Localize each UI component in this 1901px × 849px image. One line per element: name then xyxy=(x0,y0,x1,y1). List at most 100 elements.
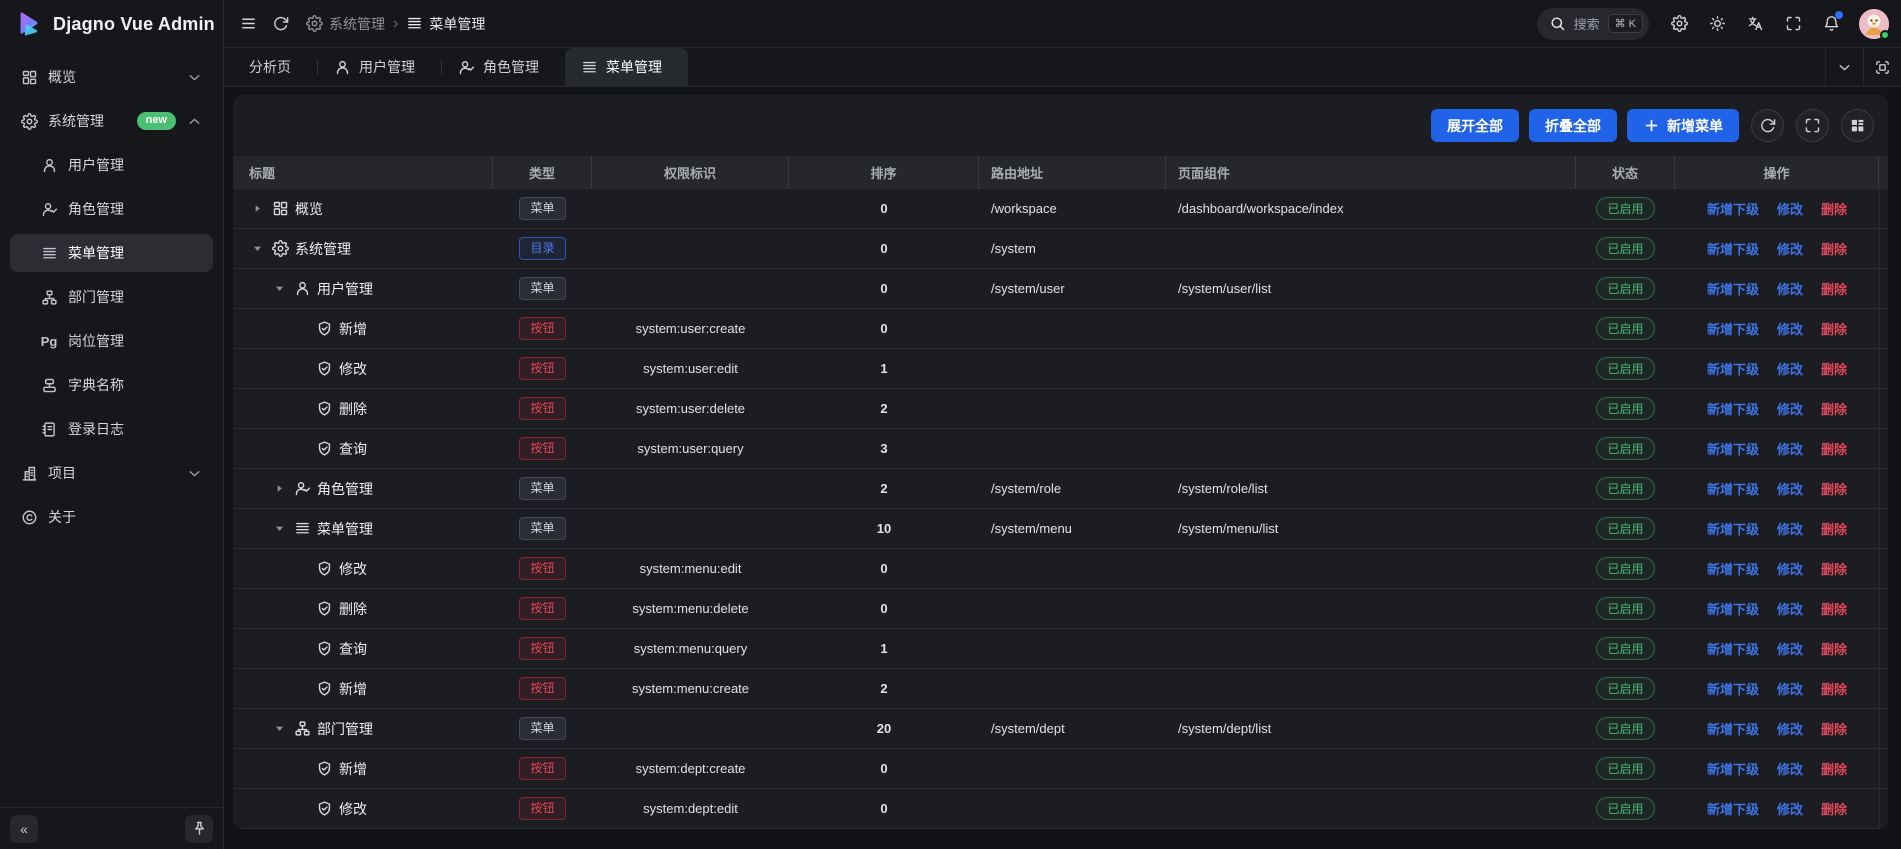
edit-link[interactable]: 修改 xyxy=(1777,479,1803,498)
cell-permission xyxy=(592,189,789,228)
edit-link[interactable]: 修改 xyxy=(1777,239,1803,258)
menu-toggle-button[interactable] xyxy=(232,8,264,40)
pin-sidebar-button[interactable] xyxy=(185,815,213,843)
language-button[interactable] xyxy=(1739,8,1771,40)
tree-toggle-icon[interactable] xyxy=(271,723,287,734)
add-child-link[interactable]: 新增下级 xyxy=(1707,759,1759,778)
sidebar-item-角色管理[interactable]: 角色管理 xyxy=(10,190,213,228)
table-card: 展开全部 折叠全部 新增菜单 标题类型权限标识排序路由地址页面组件状态操作 概览 xyxy=(233,95,1888,829)
add-child-link[interactable]: 新增下级 xyxy=(1707,679,1759,698)
tree-toggle-icon[interactable] xyxy=(249,243,265,254)
delete-link[interactable]: 删除 xyxy=(1821,799,1847,818)
sidebar-item-系统管理[interactable]: 系统管理 new xyxy=(10,102,213,140)
breadcrumb-item-current[interactable]: 菜单管理 xyxy=(406,14,485,34)
tree-toggle-icon[interactable] xyxy=(271,483,287,494)
tab-角色管理[interactable]: 角色管理 xyxy=(442,48,565,86)
edit-link[interactable]: 修改 xyxy=(1777,559,1803,578)
delete-link[interactable]: 删除 xyxy=(1821,319,1847,338)
edit-link[interactable]: 修改 xyxy=(1777,719,1803,738)
tree-toggle-icon[interactable] xyxy=(271,283,287,294)
add-child-link[interactable]: 新增下级 xyxy=(1707,279,1759,298)
edit-link[interactable]: 修改 xyxy=(1777,439,1803,458)
sidebar-item-关于[interactable]: 关于 xyxy=(10,498,213,536)
edit-link[interactable]: 修改 xyxy=(1777,639,1803,658)
delete-link[interactable]: 删除 xyxy=(1821,519,1847,538)
add-child-link[interactable]: 新增下级 xyxy=(1707,719,1759,738)
delete-link[interactable]: 删除 xyxy=(1821,399,1847,418)
table-fullscreen-button[interactable] xyxy=(1796,109,1829,142)
edit-link[interactable]: 修改 xyxy=(1777,599,1803,618)
content-fullscreen-button[interactable] xyxy=(1863,48,1901,86)
tabs-dropdown-button[interactable] xyxy=(1825,48,1863,86)
cell-type: 按钮 xyxy=(493,589,592,628)
delete-link[interactable]: 删除 xyxy=(1821,559,1847,578)
delete-link[interactable]: 删除 xyxy=(1821,359,1847,378)
cell-route: /system/menu xyxy=(979,509,1166,548)
fullscreen-button[interactable] xyxy=(1777,8,1809,40)
status-badge: 已启用 xyxy=(1596,517,1654,540)
add-child-link[interactable]: 新增下级 xyxy=(1707,799,1759,818)
add-child-link[interactable]: 新增下级 xyxy=(1707,359,1759,378)
refresh-table-button[interactable] xyxy=(1751,109,1784,142)
user-avatar[interactable] xyxy=(1859,9,1889,39)
edit-link[interactable]: 修改 xyxy=(1777,319,1803,338)
edit-link[interactable]: 修改 xyxy=(1777,519,1803,538)
add-child-link[interactable]: 新增下级 xyxy=(1707,639,1759,658)
delete-link[interactable]: 删除 xyxy=(1821,719,1847,738)
edit-link[interactable]: 修改 xyxy=(1777,279,1803,298)
expand-all-button[interactable]: 展开全部 xyxy=(1431,109,1519,142)
sidebar-item-用户管理[interactable]: 用户管理 xyxy=(10,146,213,184)
delete-link[interactable]: 删除 xyxy=(1821,439,1847,458)
search-input[interactable]: 搜索 ⌘ K xyxy=(1537,8,1649,40)
edit-link[interactable]: 修改 xyxy=(1777,399,1803,418)
sidebar-item-字典名称[interactable]: 字典名称 xyxy=(10,366,213,404)
add-child-link[interactable]: 新增下级 xyxy=(1707,599,1759,618)
tree-toggle-icon[interactable] xyxy=(271,523,287,534)
tab-菜单管理[interactable]: 菜单管理 xyxy=(565,48,688,86)
delete-link[interactable]: 删除 xyxy=(1821,199,1847,218)
status-badge: 已启用 xyxy=(1596,237,1654,260)
logo-row[interactable]: Djagno Vue Admin xyxy=(0,0,223,48)
collapse-sidebar-button[interactable]: « xyxy=(10,815,38,843)
row-title: 角色管理 xyxy=(317,479,373,499)
tree-toggle-icon[interactable] xyxy=(249,203,265,214)
add-child-link[interactable]: 新增下级 xyxy=(1707,479,1759,498)
refresh-page-button[interactable] xyxy=(264,8,296,40)
sidebar-item-菜单管理[interactable]: 菜单管理 xyxy=(10,234,213,272)
delete-link[interactable]: 删除 xyxy=(1821,759,1847,778)
breadcrumb-item-parent[interactable]: 系统管理 xyxy=(306,14,385,34)
delete-link[interactable]: 删除 xyxy=(1821,479,1847,498)
cell-component xyxy=(1166,309,1576,348)
tab-分析页[interactable]: 分析页 xyxy=(233,48,317,86)
delete-link[interactable]: 删除 xyxy=(1821,239,1847,258)
edit-link[interactable]: 修改 xyxy=(1777,359,1803,378)
theme-toggle-button[interactable] xyxy=(1701,8,1733,40)
delete-link[interactable]: 删除 xyxy=(1821,599,1847,618)
sidebar-item-项目[interactable]: 项目 xyxy=(10,454,213,492)
add-child-link[interactable]: 新增下级 xyxy=(1707,559,1759,578)
edit-link[interactable]: 修改 xyxy=(1777,759,1803,778)
column-settings-button[interactable] xyxy=(1841,109,1874,142)
edit-link[interactable]: 修改 xyxy=(1777,799,1803,818)
add-child-link[interactable]: 新增下级 xyxy=(1707,199,1759,218)
delete-link[interactable]: 删除 xyxy=(1821,679,1847,698)
collapse-all-button[interactable]: 折叠全部 xyxy=(1529,109,1617,142)
add-child-link[interactable]: 新增下级 xyxy=(1707,319,1759,338)
add-child-link[interactable]: 新增下级 xyxy=(1707,239,1759,258)
add-child-link[interactable]: 新增下级 xyxy=(1707,519,1759,538)
add-child-link[interactable]: 新增下级 xyxy=(1707,399,1759,418)
add-child-link[interactable]: 新增下级 xyxy=(1707,439,1759,458)
delete-link[interactable]: 删除 xyxy=(1821,639,1847,658)
edit-link[interactable]: 修改 xyxy=(1777,199,1803,218)
sidebar-item-登录日志[interactable]: 登录日志 xyxy=(10,410,213,448)
add-menu-button[interactable]: 新增菜单 xyxy=(1627,109,1739,142)
edit-link[interactable]: 修改 xyxy=(1777,679,1803,698)
notifications-button[interactable] xyxy=(1815,8,1847,40)
settings-button[interactable] xyxy=(1663,8,1695,40)
sidebar-item-概览[interactable]: 概览 xyxy=(10,58,213,96)
sidebar-item-岗位管理[interactable]: Pg 岗位管理 xyxy=(10,322,213,360)
sidebar-item-部门管理[interactable]: 部门管理 xyxy=(10,278,213,316)
chevron-down-icon xyxy=(186,465,203,482)
tab-用户管理[interactable]: 用户管理 xyxy=(318,48,441,86)
delete-link[interactable]: 删除 xyxy=(1821,279,1847,298)
